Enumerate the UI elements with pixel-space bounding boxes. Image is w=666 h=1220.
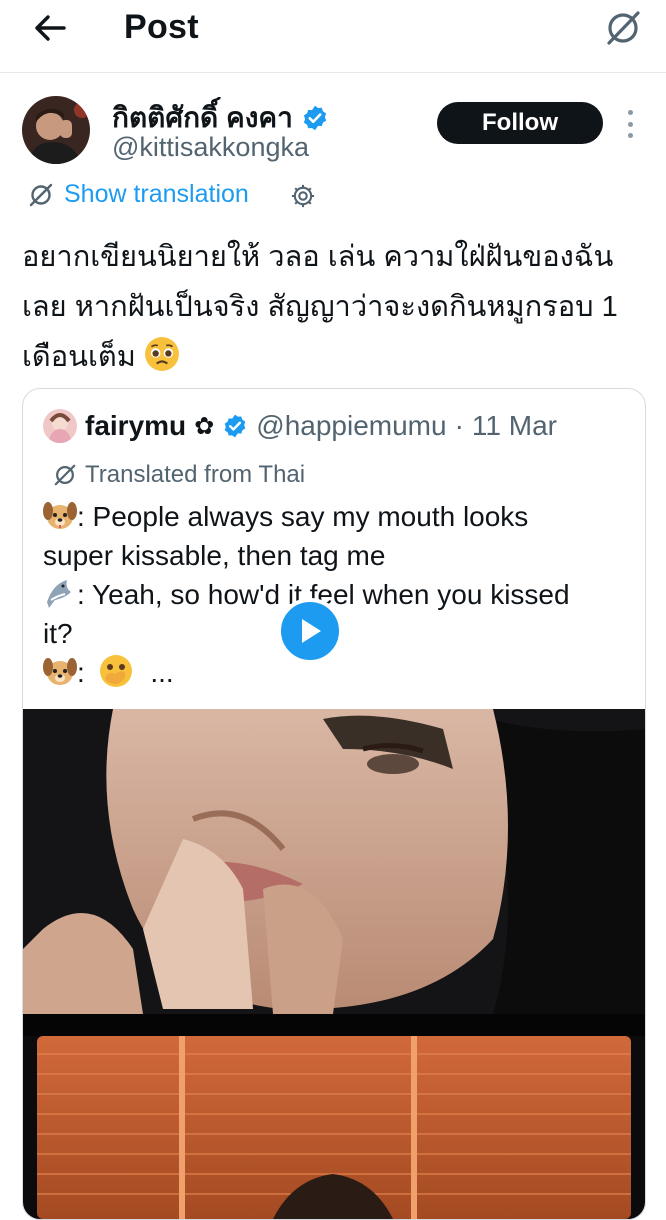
- quoted-post-text: : People always say my mouth looks super…: [43, 497, 633, 692]
- author-handle[interactable]: @kittisakkongka: [112, 132, 309, 163]
- verified-badge-icon: [224, 414, 246, 438]
- play-button[interactable]: [277, 598, 343, 664]
- quote-line-5: : ...: [43, 653, 633, 692]
- slashed-circle-icon: [29, 183, 53, 206]
- flower-symbol: ✿: [194, 412, 215, 440]
- quote-line-2: super kissable, then tag me: [43, 540, 386, 571]
- verified-badge-icon: [303, 105, 326, 131]
- more-options-icon[interactable]: [622, 110, 638, 138]
- quote-line-1-text: : People always say my mouth looks: [77, 501, 529, 532]
- quoted-post-date: 11 Mar: [471, 410, 557, 441]
- play-icon: [302, 619, 321, 643]
- dot-separator: ·: [454, 410, 464, 441]
- back-button[interactable]: [28, 8, 72, 48]
- slashed-circle-icon: [54, 464, 76, 486]
- pleading-face-emoji: [144, 337, 179, 371]
- quoted-author-avatar[interactable]: [43, 409, 77, 443]
- quoted-author-name[interactable]: fairymu: [85, 410, 186, 442]
- shark-emoji: [47, 580, 71, 608]
- grok-button[interactable]: [602, 6, 644, 48]
- arrow-left-icon: [35, 15, 66, 41]
- gear-icon[interactable]: [289, 182, 317, 210]
- author-avatar[interactable]: [22, 96, 90, 164]
- translated-label: Translated from Thai: [53, 461, 305, 489]
- show-translation-link[interactable]: Show translation: [28, 180, 249, 209]
- page-title: Post: [124, 8, 199, 46]
- dog-face-emoji: [43, 658, 77, 685]
- top-bar: Post: [0, 0, 666, 73]
- show-translation-label: Show translation: [64, 180, 249, 208]
- face-with-open-eyes-and-hand-over-mouth-emoji: [99, 655, 132, 687]
- quoted-post-header: fairymu ✿ @happiemumu · 11 Mar: [43, 409, 557, 443]
- quoted-post[interactable]: fairymu ✿ @happiemumu · 11 Mar Translate…: [22, 388, 646, 1220]
- quote-ellipsis: ...: [150, 657, 174, 688]
- post-text-body: อยากเขียนนิยายให้ วลอ เล่น ความใฝ่ฝันของ…: [22, 241, 618, 373]
- video-frame-image: [23, 709, 645, 1219]
- post-text: อยากเขียนนิยายให้ วลอ เล่น ความใฝ่ฝันของ…: [22, 232, 642, 382]
- quoted-author-handle: @happiemumu: [256, 410, 447, 441]
- follow-button[interactable]: Follow: [437, 102, 603, 144]
- slashed-circle-icon: [607, 11, 640, 45]
- quote-line-3: : Yeah, so how'd it feel when you kissed: [43, 575, 633, 614]
- quote-line-1: : People always say my mouth looks: [43, 497, 633, 536]
- dog-face-emoji: [43, 502, 77, 529]
- translated-label-text: Translated from Thai: [85, 461, 306, 488]
- video-thumbnail[interactable]: [23, 709, 645, 1219]
